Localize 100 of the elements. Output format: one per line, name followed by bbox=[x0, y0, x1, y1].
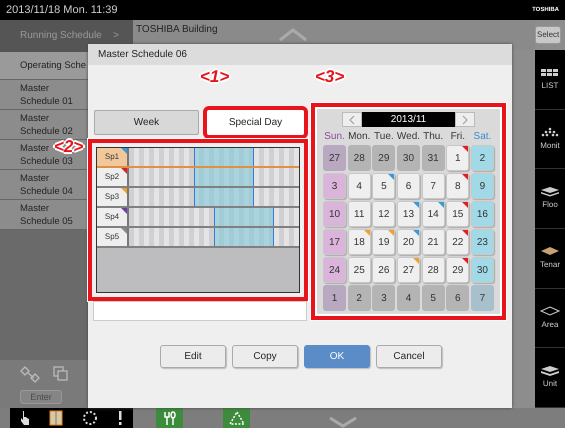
date-cell[interactable]: 2 bbox=[470, 145, 494, 171]
date-cell[interactable]: 9 bbox=[470, 173, 494, 199]
nav-label[interactable]: Area bbox=[542, 318, 558, 331]
date-cell[interactable]: 14 bbox=[422, 201, 445, 227]
row-label[interactable]: Sp4 bbox=[97, 208, 129, 226]
date-cell[interactable]: 1 bbox=[323, 285, 346, 311]
dots-icon[interactable] bbox=[540, 126, 560, 138]
building-name: TOSHIBA Building bbox=[136, 23, 218, 37]
date-cell[interactable]: 30 bbox=[470, 257, 494, 283]
date-cell[interactable]: 18 bbox=[348, 229, 371, 255]
date-time: 2013/11/18 Mon. 11:39 bbox=[6, 2, 118, 18]
sidebar-item[interactable]: Master Schedule 02 bbox=[0, 110, 88, 140]
dialog-button[interactable]: Copy bbox=[232, 345, 298, 368]
date-cell[interactable]: 1 bbox=[446, 145, 470, 171]
weekday-label: Sat. bbox=[472, 130, 492, 144]
date-cell[interactable]: 10 bbox=[323, 201, 346, 227]
time-block bbox=[194, 188, 254, 206]
alert-icon[interactable] bbox=[117, 410, 124, 426]
date-cell[interactable]: 6 bbox=[396, 173, 420, 199]
date-cell[interactable]: 3 bbox=[323, 173, 346, 199]
sidebar-item[interactable]: Master Schedule 01 bbox=[0, 80, 88, 110]
layers-icon[interactable] bbox=[540, 186, 560, 198]
weekday-label: Tue. bbox=[373, 130, 395, 144]
time-block bbox=[194, 148, 254, 166]
date-cell[interactable]: 7 bbox=[470, 285, 494, 311]
date-cell[interactable]: 29 bbox=[372, 145, 396, 171]
date-cell[interactable]: 20 bbox=[396, 229, 420, 255]
triangle-dots-icon[interactable] bbox=[223, 408, 250, 428]
nav-label[interactable]: LIST bbox=[542, 80, 558, 92]
date-cell[interactable]: 5 bbox=[372, 173, 396, 199]
callout-label: <2> bbox=[54, 138, 84, 156]
date-cell[interactable]: 19 bbox=[372, 229, 396, 255]
date-cell[interactable]: 28 bbox=[422, 257, 445, 283]
hand-icon[interactable] bbox=[20, 410, 30, 426]
callout-label: <3> bbox=[315, 68, 344, 86]
date-cell[interactable]: 28 bbox=[348, 145, 371, 171]
date-cell[interactable]: 3 bbox=[372, 285, 396, 311]
weekday-label: Thu. bbox=[422, 130, 444, 144]
sidebar-item[interactable]: Master Schedule 05 bbox=[0, 200, 88, 230]
date-cell[interactable]: 8 bbox=[446, 173, 470, 199]
book-icon[interactable] bbox=[48, 410, 63, 426]
date-cell[interactable]: 26 bbox=[372, 257, 396, 283]
date-cell[interactable]: 4 bbox=[348, 173, 371, 199]
stack-icon[interactable] bbox=[540, 365, 560, 376]
time-block bbox=[214, 208, 274, 226]
weekday-label: Sun. bbox=[323, 130, 346, 144]
date-cell[interactable]: 23 bbox=[470, 229, 494, 255]
dialog-button[interactable]: Cancel bbox=[376, 345, 442, 368]
row-label[interactable]: Sp5 bbox=[97, 228, 129, 246]
date-cell[interactable]: 22 bbox=[446, 229, 470, 255]
row-label[interactable]: Sp1 bbox=[97, 148, 129, 166]
date-cell[interactable]: 11 bbox=[348, 201, 371, 227]
date-cell[interactable]: 5 bbox=[422, 285, 445, 311]
date-cell[interactable]: 7 bbox=[422, 173, 445, 199]
sidebar-item[interactable]: Operating Sche bbox=[0, 52, 88, 80]
row-label[interactable]: Sp2 bbox=[97, 168, 129, 186]
sidebar-item[interactable]: Master Schedule 04 bbox=[0, 170, 88, 200]
date-cell[interactable]: 2 bbox=[348, 285, 371, 311]
select-button[interactable]: Select bbox=[535, 26, 562, 44]
date-cell[interactable]: 24 bbox=[323, 257, 346, 283]
date-cell[interactable]: 12 bbox=[372, 201, 396, 227]
chevron-right-icon bbox=[462, 114, 468, 124]
nav-label[interactable]: Unit bbox=[542, 378, 558, 390]
date-cell[interactable]: 27 bbox=[396, 257, 420, 283]
date-cell[interactable]: 21 bbox=[422, 229, 445, 255]
header-label: Running Schedule bbox=[20, 29, 102, 43]
date-cell[interactable]: 25 bbox=[348, 257, 371, 283]
date-cell[interactable]: 4 bbox=[396, 285, 420, 311]
date-cell[interactable]: 6 bbox=[446, 285, 470, 311]
weekday-label: Fri. bbox=[450, 130, 466, 144]
weekday-label: Mon. bbox=[348, 130, 371, 144]
date-cell[interactable]: 31 bbox=[422, 145, 445, 171]
dialog-button[interactable]: Edit bbox=[160, 345, 226, 368]
diamonds-icon bbox=[20, 366, 42, 384]
month-label: 2013/11 bbox=[362, 112, 455, 127]
nav-label[interactable]: Floo bbox=[542, 199, 558, 212]
tab[interactable]: Week bbox=[94, 110, 199, 135]
copy-icon bbox=[53, 366, 69, 382]
callout-label: <1> bbox=[200, 68, 230, 86]
time-block bbox=[214, 228, 274, 246]
date-cell[interactable]: 16 bbox=[470, 201, 494, 227]
row-label[interactable]: Sp3 bbox=[97, 188, 129, 206]
chevron-left-icon bbox=[349, 114, 355, 124]
date-cell[interactable]: 17 bbox=[323, 229, 346, 255]
chevron-text: > bbox=[113, 29, 119, 43]
weekday-label: Wed. bbox=[396, 130, 420, 144]
date-cell[interactable]: 15 bbox=[446, 201, 470, 227]
date-cell[interactable]: 27 bbox=[323, 145, 346, 171]
nav-label[interactable]: Tenar bbox=[540, 258, 560, 271]
ring-icon[interactable] bbox=[82, 410, 98, 426]
grid-icon[interactable] bbox=[540, 66, 560, 78]
text-field[interactable] bbox=[93, 301, 307, 321]
date-cell[interactable]: 29 bbox=[446, 257, 470, 283]
dialog-title: Master Schedule 06 bbox=[88, 44, 512, 65]
fork-spoon-icon[interactable] bbox=[156, 408, 183, 428]
nav-label[interactable]: Monit bbox=[540, 140, 560, 152]
date-cell[interactable]: 13 bbox=[396, 201, 420, 227]
time-block bbox=[194, 168, 254, 186]
diamond-icon[interactable] bbox=[540, 306, 560, 317]
date-cell[interactable]: 30 bbox=[396, 145, 420, 171]
